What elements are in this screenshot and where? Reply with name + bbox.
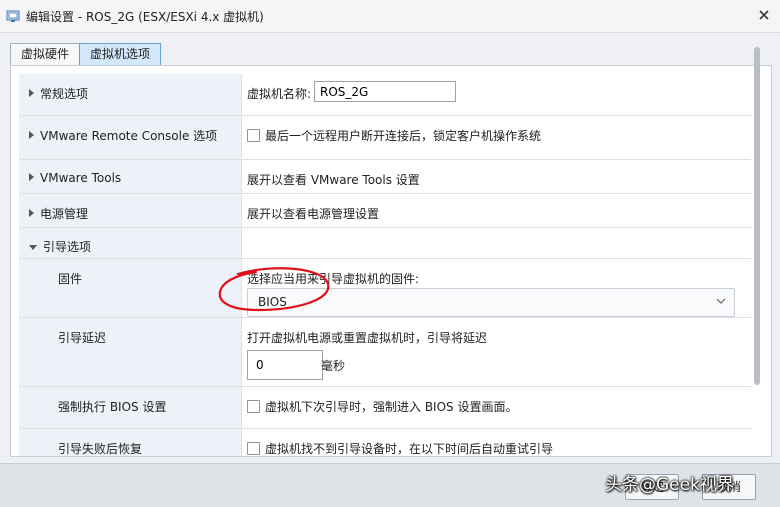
row-value-cell: 展开以查看电源管理设置 — [242, 194, 751, 227]
row-value-cell — [242, 228, 751, 258]
vmrc-options-label: VMware Remote Console 选项 — [40, 129, 218, 143]
row-label-cell: 强制执行 BIOS 设置 — [19, 387, 242, 428]
row-value-cell: 选择应当用来引导虚拟机的固件: BIOS — [242, 259, 751, 317]
row-value-cell: 打开虚拟机电源或重置虚拟机时，引导将延迟 毫秒 — [242, 318, 751, 386]
failed-boot-option-label: 虚拟机找不到引导设备时，在以下时间后自动重试引导 — [265, 442, 554, 456]
vm-settings-icon — [6, 10, 20, 22]
row-value-cell: 最后一个远程用户断开连接后，锁定客户机操作系统 — [242, 116, 751, 159]
row-firmware: 固件 选择应当用来引导虚拟机的固件: BIOS — [19, 259, 751, 318]
expand-arrow-icon[interactable] — [29, 131, 34, 139]
firmware-prompt: 选择应当用来引导虚拟机的固件: — [247, 272, 420, 286]
row-value-cell: 虚拟机下次引导时，强制进入 BIOS 设置画面。 — [242, 387, 751, 428]
watermark-text: 头条@Geek视界 — [605, 475, 734, 495]
force-bios-checkbox[interactable] — [247, 400, 260, 413]
collapse-arrow-icon[interactable] — [29, 245, 37, 250]
vmware-tools-desc: 展开以查看 VMware Tools 设置 — [247, 173, 420, 187]
row-label-cell[interactable]: VMware Remote Console 选项 — [19, 116, 242, 159]
row-vmware-tools: VMware Tools 展开以查看 VMware Tools 设置 — [19, 160, 751, 194]
boot-delay-label: 引导延迟 — [58, 331, 107, 345]
power-management-label: 电源管理 — [40, 207, 89, 221]
vm-name-label: 虚拟机名称: — [247, 87, 312, 101]
row-vmrc-options: VMware Remote Console 选项 最后一个远程用户断开连接后，锁… — [19, 116, 751, 160]
row-label-cell[interactable]: 常规选项 — [19, 74, 242, 115]
vm-options-panel: 常规选项 虚拟机名称: VMware Remote Console 选项 最后一… — [10, 65, 772, 457]
failed-boot-checkbox[interactable] — [247, 442, 260, 455]
force-bios-label: 强制执行 BIOS 设置 — [58, 400, 167, 414]
row-value-cell: 展开以查看 VMware Tools 设置 — [242, 160, 751, 193]
firmware-label: 固件 — [58, 272, 83, 286]
tab-bar: 虚拟硬件 虚拟机选项 — [10, 43, 162, 66]
power-management-desc: 展开以查看电源管理设置 — [247, 207, 380, 221]
force-bios-option-label: 虚拟机下次引导时，强制进入 BIOS 设置画面。 — [265, 400, 518, 414]
boot-delay-unit: 毫秒 — [321, 359, 346, 373]
tab-vm-options[interactable]: 虚拟机选项 — [79, 43, 162, 66]
expand-arrow-icon[interactable] — [29, 173, 34, 181]
firmware-select[interactable]: BIOS — [247, 288, 735, 317]
vmware-tools-label: VMware Tools — [40, 171, 122, 185]
firmware-selected-value: BIOS — [258, 295, 287, 309]
chevron-down-icon — [716, 298, 726, 304]
row-boot-options: 引导选项 — [19, 228, 751, 259]
vertical-scrollbar[interactable] — [752, 45, 762, 455]
row-power-management: 电源管理 展开以查看电源管理设置 — [19, 194, 751, 228]
row-label-cell[interactable]: VMware Tools — [19, 160, 242, 193]
lock-guest-option-label: 最后一个远程用户断开连接后，锁定客户机操作系统 — [265, 129, 542, 143]
boot-delay-input[interactable] — [247, 350, 323, 380]
row-label-cell: 引导失败后恢复 — [19, 429, 242, 456]
expand-arrow-icon[interactable] — [29, 209, 34, 217]
row-force-bios: 强制执行 BIOS 设置 虚拟机下次引导时，强制进入 BIOS 设置画面。 — [19, 387, 751, 429]
tab-virtual-hardware[interactable]: 虚拟硬件 — [10, 43, 81, 66]
title-bar: 编辑设置 - ROS_2G (ESX/ESXi 4.x 虚拟机) — [0, 0, 780, 33]
row-failed-boot-recovery: 引导失败后恢复 虚拟机找不到引导设备时，在以下时间后自动重试引导 — [19, 429, 751, 456]
vm-name-input[interactable] — [314, 81, 456, 102]
row-label-cell: 固件 — [19, 259, 242, 317]
row-label-cell: 引导延迟 — [19, 318, 242, 386]
row-general-options: 常规选项 虚拟机名称: — [19, 74, 751, 116]
general-options-label: 常规选项 — [40, 87, 89, 101]
expand-arrow-icon[interactable] — [29, 89, 34, 97]
row-label-cell[interactable]: 电源管理 — [19, 194, 242, 227]
options-table: 常规选项 虚拟机名称: VMware Remote Console 选项 最后一… — [19, 74, 751, 456]
failed-boot-label: 引导失败后恢复 — [58, 442, 143, 456]
row-value-cell: 虚拟机找不到引导设备时，在以下时间后自动重试引导 — [242, 429, 751, 456]
boot-delay-desc: 打开虚拟机电源或重置虚拟机时，引导将延迟 — [247, 331, 488, 345]
row-value-cell: 虚拟机名称: — [242, 74, 751, 115]
lock-guest-checkbox[interactable] — [247, 129, 260, 142]
scrollbar-thumb[interactable] — [754, 47, 760, 385]
row-boot-delay: 引导延迟 打开虚拟机电源或重置虚拟机时，引导将延迟 毫秒 — [19, 318, 751, 387]
window-title: 编辑设置 - ROS_2G (ESX/ESXi 4.x 虚拟机) — [26, 10, 264, 24]
close-icon[interactable] — [754, 5, 774, 25]
row-label-cell[interactable]: 引导选项 — [19, 228, 242, 258]
boot-options-label: 引导选项 — [43, 240, 92, 254]
